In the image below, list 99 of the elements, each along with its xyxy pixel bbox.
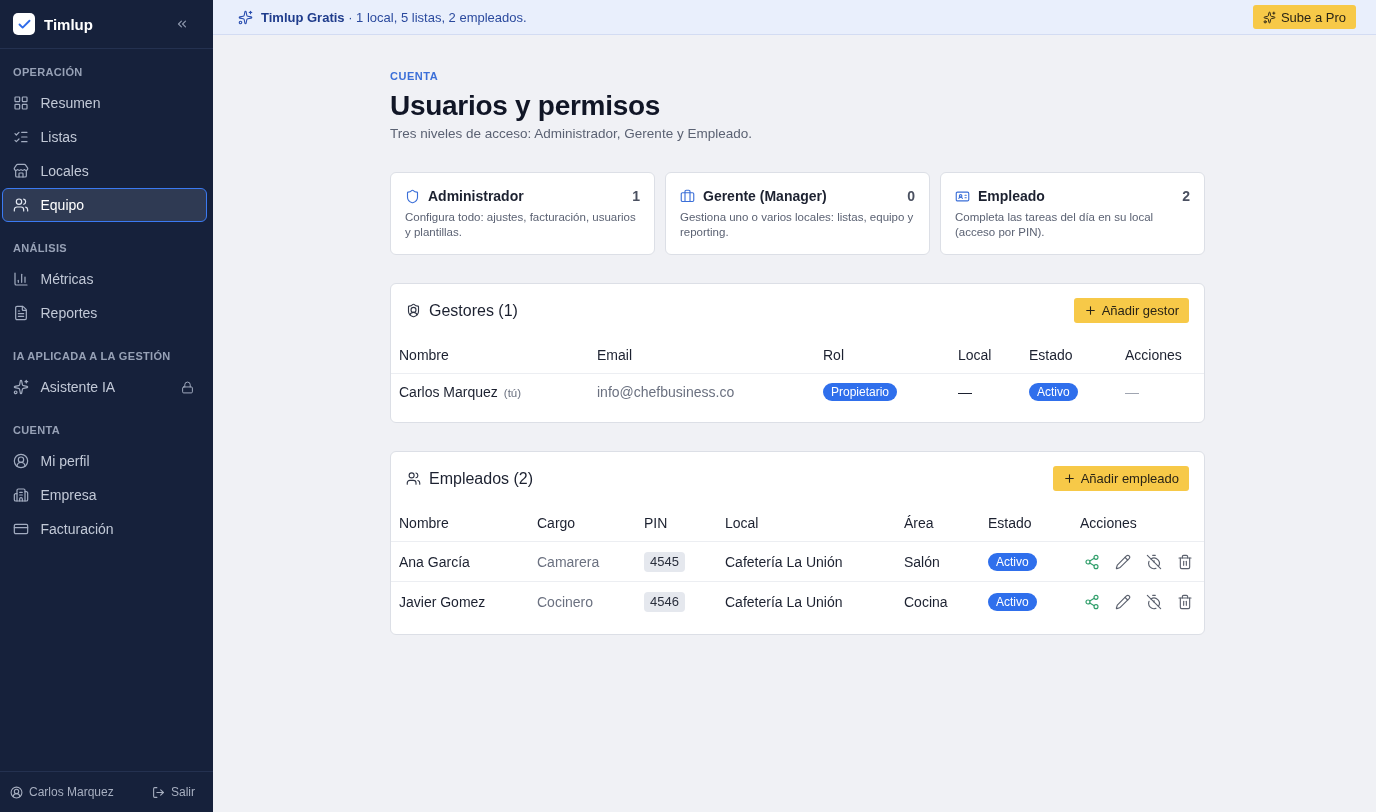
briefcase-icon <box>680 188 695 204</box>
pin-chip: 4545 <box>644 551 685 572</box>
nav-item[interactable]: Asistente IA <box>2 370 207 404</box>
table-cell: Cafetería La Unión <box>725 593 843 610</box>
role-description: Gestiona uno o varios locales: listas, equipo y reporting. <box>680 210 915 240</box>
table-cell: Camarera <box>537 553 600 570</box>
table-cell: Salón <box>904 553 940 570</box>
logout-icon <box>152 785 165 799</box>
table-cell: Cafetería La Unión <box>725 553 843 570</box>
role-badge: Propietario <box>823 382 898 401</box>
building-icon <box>12 487 29 503</box>
store-icon <box>12 163 29 179</box>
sparkles-icon <box>1262 10 1276 24</box>
trash-icon <box>1177 593 1193 610</box>
upgrade-button[interactable]: Sube a Pro <box>1252 5 1356 29</box>
panel-title: Empleados (2) <box>429 469 535 488</box>
status-badge: Activo <box>988 552 1037 571</box>
shield-user-icon <box>406 303 421 318</box>
section-title: OPERACIÓN <box>13 65 83 79</box>
bar-chart-icon <box>12 271 29 287</box>
table-cell: Carlos Marquez <box>399 383 498 400</box>
role-count: 2 <box>1182 188 1190 204</box>
column-header: PIN <box>644 515 668 531</box>
table-cell: Ana García <box>399 553 470 570</box>
nav-item[interactable]: Facturación <box>2 512 207 546</box>
user-circle-icon <box>12 453 29 469</box>
role-name: Gerente (Manager) <box>703 188 828 204</box>
grid-icon <box>12 95 29 111</box>
checklist-icon <box>12 129 29 145</box>
column-header: Estado <box>988 515 1032 531</box>
add-manager-button[interactable]: Añadir gestor <box>1073 298 1189 323</box>
timer-off-icon <box>1146 553 1162 570</box>
timer-off-icon <box>1146 593 1162 610</box>
role-count: 1 <box>632 188 640 204</box>
table-cell: Javier Gomez <box>399 593 486 610</box>
shield-icon <box>405 188 420 204</box>
column-header: Acciones <box>1125 347 1182 363</box>
table-cell: — <box>1125 383 1139 400</box>
nav-item[interactable]: Locales <box>2 154 207 188</box>
users-icon <box>406 471 421 486</box>
role-name: Empleado <box>978 188 1046 204</box>
card-icon <box>12 521 29 537</box>
sparkles-icon <box>238 9 253 25</box>
collapse-button[interactable] <box>175 17 189 31</box>
page-title: Usuarios y permisos <box>390 89 661 123</box>
role-description: Completa las tareas del día en su local (acceso por PIN). <box>955 210 1155 240</box>
column-header: Nombre <box>399 347 449 363</box>
section-label: CUENTA <box>390 69 439 83</box>
section-title: IA APLICADA A LA GESTIÓN <box>13 349 171 363</box>
column-header: Área <box>904 515 934 531</box>
logout-button[interactable]: Salir <box>152 785 195 799</box>
plus-icon <box>1062 472 1076 485</box>
pin-chip: 4546 <box>644 591 685 612</box>
section-title: CUENTA <box>13 423 60 437</box>
panel-title: Gestores (1) <box>429 301 519 320</box>
status-badge: Activo <box>988 592 1037 611</box>
page-subtitle: Tres niveles de acceso: Administrador, Gerente y Empleado. <box>390 125 752 143</box>
nav-item[interactable]: Mi perfil <box>2 444 207 478</box>
role-description: Configura todo: ajustes, facturación, usuarios y plantillas. <box>405 210 637 240</box>
role-count: 0 <box>907 188 915 204</box>
users-icon <box>12 197 29 213</box>
plan-summary: Timlup Gratis · 1 local, 5 listas, 2 empleados. <box>261 9 528 25</box>
logo-icon <box>13 13 35 35</box>
column-header: Rol <box>823 347 844 363</box>
nav-item[interactable]: Métricas <box>2 262 207 296</box>
you-tag: (tú) <box>503 386 522 399</box>
trash-icon <box>1177 553 1193 570</box>
section-title: ANÁLISIS <box>13 241 67 255</box>
column-header: Cargo <box>537 515 576 531</box>
user-name: Carlos Marquez <box>29 785 115 799</box>
nav-item[interactable]: Reportes <box>2 296 207 330</box>
pencil-icon <box>1115 593 1131 610</box>
add-employee-button[interactable]: Añadir empleado <box>1052 466 1189 491</box>
column-header: Estado <box>1029 347 1073 363</box>
status-badge: Activo <box>1029 382 1078 401</box>
document-icon <box>12 305 29 321</box>
table-cell: info@chefbusiness.co <box>597 383 735 400</box>
share-icon <box>1084 593 1100 610</box>
table-cell: Cocina <box>904 593 948 610</box>
column-header: Acciones <box>1080 515 1137 531</box>
brand-name: Timlup <box>44 15 94 33</box>
nav-item[interactable]: Listas <box>2 120 207 154</box>
pencil-icon <box>1115 553 1131 570</box>
share-icon <box>1084 553 1100 570</box>
nav-item[interactable]: Empresa <box>2 478 207 512</box>
role-name: Administrador <box>428 188 525 204</box>
nav-item[interactable]: Resumen <box>2 86 207 120</box>
id-card-icon <box>955 188 970 204</box>
plus-icon <box>1083 304 1097 317</box>
column-header: Local <box>958 347 992 363</box>
table-cell: Cocinero <box>537 593 594 610</box>
column-header: Email <box>597 347 632 363</box>
column-header: Nombre <box>399 515 449 531</box>
double-chevron-icon <box>175 17 189 31</box>
column-header: Local <box>725 515 759 531</box>
user-icon <box>10 785 23 799</box>
table-cell: — <box>958 383 972 400</box>
sparkles-icon <box>12 379 29 395</box>
nav-item[interactable]: Equipo <box>2 188 207 222</box>
